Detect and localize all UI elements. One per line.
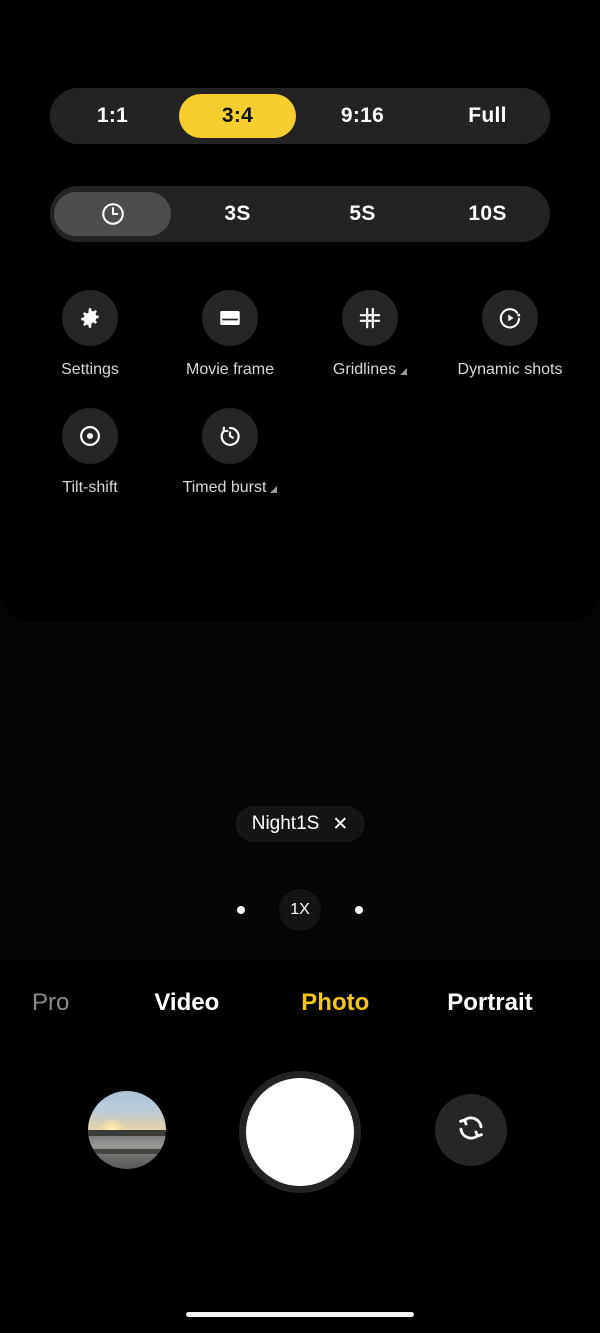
feature-gridlines[interactable]: Gridlines <box>300 290 440 380</box>
feature-label-text: Gridlines <box>332 361 397 378</box>
aspect-ratio-label: 9:16 <box>340 104 385 127</box>
zoom-level-dot-right[interactable] <box>355 906 363 914</box>
timer-option-off[interactable] <box>54 192 171 236</box>
feature-label-text: Settings <box>61 361 119 378</box>
timer-label: 10S <box>468 202 507 225</box>
feature-label-text: Dynamic shots <box>457 361 563 378</box>
aspect-ratio-label: Full <box>468 104 507 127</box>
timer-option-5s[interactable]: 5S <box>304 192 421 236</box>
feature-timed-burst[interactable]: Timed burst <box>160 408 300 498</box>
gridlines-icon <box>342 290 398 346</box>
expand-caret-icon[interactable] <box>400 368 408 375</box>
feature-label: Gridlines <box>332 359 408 380</box>
feature-tilt-shift[interactable]: Tilt-shift <box>20 408 160 498</box>
mode-tab-pro[interactable]: Pro <box>32 989 69 1017</box>
timed-burst-icon <box>202 408 258 465</box>
timer-option-10s[interactable]: 10S <box>429 192 546 236</box>
feature-settings[interactable]: Settings <box>20 290 160 380</box>
aspect-ratio-option-1-1[interactable]: 1:1 <box>54 94 171 138</box>
camera-app-screen: 1:1 3:4 9:16 Full 3S 5S 10S Settings Mov… <box>0 0 600 1333</box>
thumbnail-rail <box>88 1148 166 1155</box>
clock-icon <box>100 201 126 227</box>
zoom-control: 1X <box>200 888 400 932</box>
feature-label: Settings <box>61 359 119 380</box>
night-mode-label: Night1S <box>251 813 320 834</box>
gear-icon <box>62 290 118 346</box>
camera-mode-tabs: Pro Video Photo Portrait More <box>0 960 600 1045</box>
flip-camera-button[interactable] <box>435 1094 507 1166</box>
movie-frame-icon <box>202 290 258 346</box>
night-mode-badge[interactable]: Night1S ✕ <box>235 806 365 842</box>
aspect-ratio-option-9-16[interactable]: 9:16 <box>304 94 421 138</box>
mode-tab-photo[interactable]: Photo <box>301 989 369 1017</box>
aspect-ratio-option-full[interactable]: Full <box>429 94 546 138</box>
aspect-ratio-label: 3:4 <box>221 104 254 127</box>
timer-selector: 3S 5S 10S <box>50 186 550 242</box>
feature-label: Movie frame <box>186 359 274 380</box>
timer-label: 3S <box>224 202 251 225</box>
expand-caret-icon[interactable] <box>270 486 278 494</box>
camera-options-panel: 1:1 3:4 9:16 Full 3S 5S 10S Settings Mov… <box>0 0 600 622</box>
timer-option-3s[interactable]: 3S <box>179 192 296 236</box>
flip-camera-icon <box>454 1111 488 1150</box>
home-indicator[interactable] <box>186 1312 414 1317</box>
timer-label: 5S <box>349 202 376 225</box>
feature-label: Tilt-shift <box>62 477 117 498</box>
feature-label-text: Movie frame <box>185 361 275 378</box>
zoom-level-current[interactable]: 1X <box>279 889 321 931</box>
feature-grid-row-1: Settings Movie frame Gridlines Dynamic s… <box>20 290 580 380</box>
mode-tab-video[interactable]: Video <box>154 989 219 1017</box>
feature-label-text: Tilt-shift <box>62 479 118 497</box>
feature-dynamic-shots[interactable]: Dynamic shots <box>440 290 580 380</box>
gallery-thumbnail[interactable] <box>88 1091 166 1169</box>
zoom-level-label: 1X <box>290 901 310 918</box>
feature-grid-row-2: Tilt-shift Timed burst <box>20 408 580 498</box>
feature-grid: Settings Movie frame Gridlines Dynamic s… <box>20 290 580 498</box>
tilt-shift-icon <box>62 408 118 465</box>
aspect-ratio-selector: 1:1 3:4 9:16 Full <box>50 88 550 144</box>
zoom-level-dot-left[interactable] <box>237 906 245 914</box>
dynamic-shots-icon <box>482 290 538 346</box>
close-icon[interactable]: ✕ <box>332 815 348 834</box>
feature-label: Timed burst <box>183 477 278 498</box>
shutter-button[interactable] <box>239 1071 361 1193</box>
feature-label: Dynamic shots <box>458 359 563 380</box>
feature-label-text: Timed burst <box>182 479 267 497</box>
mode-tab-portrait[interactable]: Portrait <box>447 989 532 1017</box>
aspect-ratio-label: 1:1 <box>96 104 129 127</box>
aspect-ratio-option-3-4[interactable]: 3:4 <box>179 94 296 138</box>
feature-movie-frame[interactable]: Movie frame <box>160 290 300 380</box>
